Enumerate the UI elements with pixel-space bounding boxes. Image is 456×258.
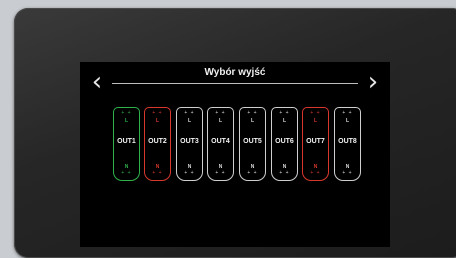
output-out5[interactable]: + + L OUT5 N + + [239, 107, 266, 181]
terminal-pins-bottom: + + [152, 170, 163, 176]
line-pin-label: L [250, 118, 255, 124]
line-pin-label: L [345, 118, 350, 124]
terminal-pins-top: + + [247, 110, 258, 116]
output-label: OUT6 [275, 138, 294, 145]
output-label: OUT7 [306, 138, 325, 145]
line-pin-label: L [313, 118, 318, 124]
output-label: OUT5 [243, 138, 262, 145]
output-label: OUT8 [338, 138, 357, 145]
output-out3[interactable]: + + L OUT3 N + + [176, 107, 203, 181]
header-divider [112, 83, 358, 84]
terminal-pins-top: + + [310, 110, 321, 116]
terminal-pins-bottom: + + [279, 170, 290, 176]
output-out8[interactable]: + + L OUT8 N + + [334, 107, 361, 181]
line-pin-label: L [187, 118, 192, 124]
screen-title: Wybór wyjść [204, 67, 266, 78]
terminal-pins-bottom: + + [121, 170, 132, 176]
terminal-pins-top: + + [121, 110, 132, 116]
touch-screen: ‹ Wybór wyjść › + + L OUT1 N + + + + L O… [80, 62, 390, 247]
terminal-pins-bottom: + + [215, 170, 226, 176]
line-pin-label: L [155, 118, 160, 124]
terminal-pins-top: + + [215, 110, 226, 116]
output-out7[interactable]: + + L OUT7 N + + [302, 107, 329, 181]
terminal-pins-bottom: + + [184, 170, 195, 176]
output-label: OUT3 [180, 138, 199, 145]
line-pin-label: L [218, 118, 223, 124]
output-label: OUT4 [211, 138, 230, 145]
terminal-pins-top: + + [279, 110, 290, 116]
output-out1[interactable]: + + L OUT1 N + + [113, 107, 140, 181]
output-label: OUT2 [148, 138, 167, 145]
terminal-pins-bottom: + + [310, 170, 321, 176]
output-out4[interactable]: + + L OUT4 N + + [207, 107, 234, 181]
terminal-pins-top: + + [152, 110, 163, 116]
terminal-pins-top: + + [184, 110, 195, 116]
output-out2[interactable]: + + L OUT2 N + + [144, 107, 171, 181]
line-pin-label: L [282, 118, 287, 124]
screen-header: ‹ Wybór wyjść › [80, 62, 390, 102]
output-selector: + + L OUT1 N + + + + L OUT2 N + + + + L … [113, 107, 363, 182]
output-out6[interactable]: + + L OUT6 N + + [271, 107, 298, 181]
terminal-pins-top: + + [342, 110, 353, 116]
next-page-button[interactable]: › [362, 68, 384, 96]
line-pin-label: L [124, 118, 129, 124]
terminal-pins-bottom: + + [247, 170, 258, 176]
terminal-pins-bottom: + + [342, 170, 353, 176]
output-label: OUT1 [117, 138, 136, 145]
